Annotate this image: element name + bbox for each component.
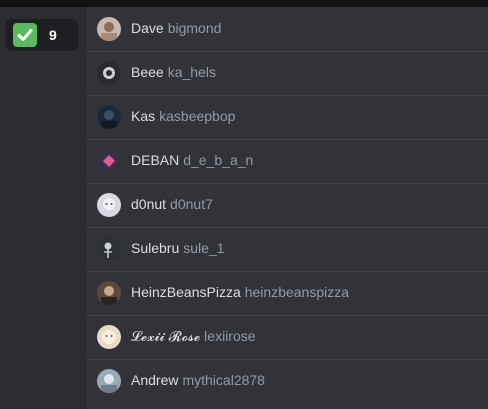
username: heinzbeanspizza: [244, 284, 350, 300]
username: kasbeepbop: [159, 108, 236, 124]
reactor-row[interactable]: d0nut d0nut7: [87, 183, 488, 227]
avatar[interactable]: [97, 237, 121, 261]
display-name: Andrew: [131, 372, 179, 388]
top-edge-bar: [0, 0, 488, 7]
username: mythical2878: [182, 372, 265, 388]
avatar[interactable]: [97, 105, 121, 129]
display-name: Dave: [131, 20, 164, 36]
reactor-row[interactable]: Kas kasbeepbop: [87, 95, 488, 139]
username: ka_hels: [167, 64, 216, 80]
avatar[interactable]: [97, 325, 121, 349]
display-name: Sulebru: [131, 240, 180, 256]
white-check-mark-icon: [13, 23, 37, 47]
avatar[interactable]: [97, 17, 121, 41]
reactor-row[interactable]: Sulebru sule_1: [87, 227, 488, 271]
reactor-row[interactable]: 𝓛𝓮𝔁𝓲𝓲 𝓡𝓸𝓼𝓮 lexiirose: [87, 315, 488, 359]
reaction-count: 9: [49, 27, 57, 43]
display-name: Kas: [131, 108, 156, 124]
reactor-row[interactable]: Dave bigmond: [87, 7, 488, 51]
username: d0nut7: [170, 196, 213, 212]
display-name: HeinzBeansPizza: [131, 284, 241, 300]
reactor-row[interactable]: DEBAN d_e_b_a_n: [87, 139, 488, 183]
username: bigmond: [167, 20, 222, 36]
reactor-row[interactable]: Beee ka_hels: [87, 51, 488, 95]
display-name: DEBAN: [131, 152, 180, 168]
display-name: d0nut: [131, 196, 167, 212]
reactors-list: Dave bigmond Beee ka_hels Kas kasbeepbop…: [87, 7, 488, 409]
avatar[interactable]: [97, 369, 121, 393]
avatar[interactable]: [97, 193, 121, 217]
display-name: 𝓛𝓮𝔁𝓲𝓲 𝓡𝓸𝓼𝓮: [131, 328, 201, 344]
username: sule_1: [183, 240, 225, 256]
reaction-tabs-panel: 9: [0, 7, 87, 409]
username: lexiirose: [204, 328, 256, 344]
avatar[interactable]: [97, 281, 121, 305]
avatar[interactable]: [97, 149, 121, 173]
reactor-row[interactable]: HeinzBeansPizza heinzbeanspizza: [87, 271, 488, 315]
avatar[interactable]: [97, 61, 121, 85]
username: d_e_b_a_n: [183, 152, 254, 168]
reactor-row[interactable]: Andrew mythical2878: [87, 359, 488, 403]
display-name: Beee: [131, 64, 164, 80]
reaction-tab-check[interactable]: 9: [5, 19, 79, 51]
